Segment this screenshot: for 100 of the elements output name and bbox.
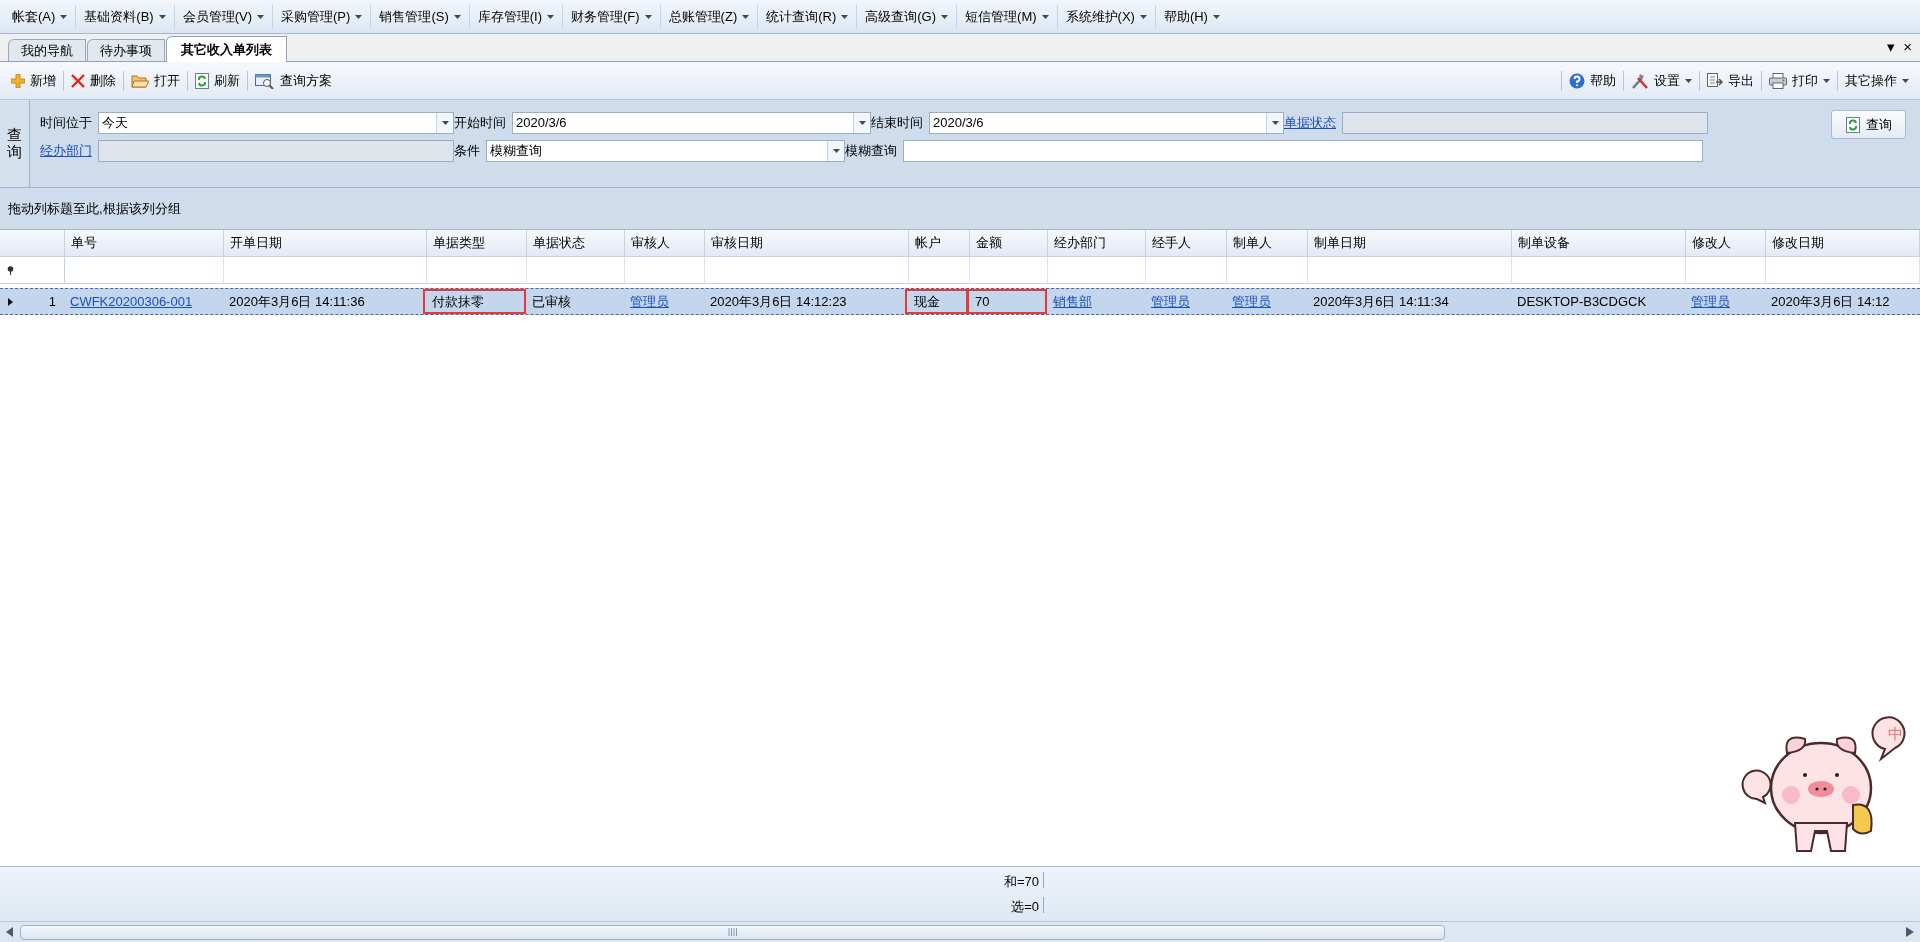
caret-icon <box>742 14 750 19</box>
table-row[interactable]: 1 CWFK20200306-001 2020年3月6日 14:11:36 付款抹零 已审核 管理员 2020年3月6日 14:12:23 现金 70 销售部 管理员 管理员 2020年3月6日 14:11:34 DESKTOP-B3CDGCK 管理员 2020年3月6日 14:12 <box>0 288 1920 315</box>
table-cell-text: 2020年3月6日 14:11:36 <box>229 292 365 311</box>
refresh-icon <box>195 72 209 89</box>
tools-icon <box>1631 72 1649 89</box>
cell-link[interactable]: 管理员 <box>630 291 669 312</box>
column-header[interactable]: 审核人 <box>625 230 705 256</box>
summary-value: 和=70 <box>1002 872 1040 891</box>
caret-icon <box>1685 78 1692 83</box>
toolbar-button[interactable]: 删除 <box>64 66 123 95</box>
caret-icon <box>355 14 363 19</box>
column-header[interactable]: 修改人 <box>1686 230 1766 256</box>
menu-item[interactable]: 短信管理(M) <box>956 4 1057 29</box>
column-header[interactable]: 金额 <box>970 230 1048 256</box>
toolbar-button[interactable]: 帮助 <box>1562 66 1623 95</box>
column-header[interactable]: 开单日期 <box>224 230 427 256</box>
toolbar-button[interactable]: 打开 <box>124 66 187 95</box>
field-label: 模糊查询 <box>845 142 898 161</box>
time-range-dropdown[interactable]: 今天 <box>98 112 454 134</box>
caret-icon <box>832 149 840 153</box>
menu-item[interactable]: 销售管理(S) <box>370 4 469 29</box>
group-by-hint: 拖动列标题至此,根据该列分组 <box>8 199 181 218</box>
field-label: 结束时间 <box>871 114 924 133</box>
query-button[interactable]: 查询 <box>1831 110 1906 139</box>
column-header[interactable]: 单据类型 <box>427 230 527 256</box>
printer-icon <box>1769 72 1787 89</box>
tab[interactable]: 待办事项 <box>87 39 165 61</box>
status-field[interactable] <box>1342 112 1708 134</box>
column-header[interactable]: 单据状态 <box>527 230 625 256</box>
menu-item[interactable]: 统计查询(R) <box>757 4 857 29</box>
toolbar-button[interactable]: 查询方案 <box>248 66 339 95</box>
column-header[interactable]: 单号 <box>65 230 224 256</box>
export-icon <box>1707 72 1723 89</box>
help-icon <box>1569 72 1585 89</box>
horizontal-scrollbar[interactable] <box>0 921 1920 942</box>
field-label: 条件 <box>454 142 481 161</box>
toolbar-button[interactable]: 设置 <box>1624 66 1699 95</box>
start-time-dropdown[interactable]: 2020/3/6 <box>512 112 871 134</box>
caret-icon <box>158 14 166 19</box>
column-header[interactable]: 修改日期 <box>1766 230 1920 256</box>
caret-icon <box>858 121 866 125</box>
table-cell-text: 2020年3月6日 14:11:34 <box>1313 292 1449 311</box>
menu-item[interactable]: 系统维护(X) <box>1056 4 1155 29</box>
cell-link[interactable]: CWFK20200306-001 <box>70 291 193 312</box>
menu-item[interactable]: 总账管理(Z) <box>659 4 758 29</box>
menu-item[interactable]: 帐套(A) <box>4 4 76 29</box>
menu-item[interactable]: 高级查询(G) <box>856 4 957 29</box>
caret-icon <box>1823 78 1830 83</box>
menu-item[interactable]: 库存管理(I) <box>468 4 562 29</box>
caret-icon <box>1212 14 1220 19</box>
field-label-link[interactable]: 单据状态 <box>1284 113 1342 133</box>
end-time-dropdown[interactable]: 2020/3/6 <box>929 112 1284 134</box>
scroll-right-icon[interactable] <box>1906 927 1914 937</box>
tab-list-dropdown[interactable]: ▾ <box>1887 38 1896 56</box>
toolbar-button[interactable]: 新增 <box>4 66 63 95</box>
menu-item[interactable]: 会员管理(V) <box>173 4 273 29</box>
tab[interactable]: 其它收入单列表 <box>166 36 287 62</box>
cell-link[interactable]: 销售部 <box>1053 291 1092 312</box>
delete-icon <box>71 73 85 88</box>
row-number: 1 <box>48 292 56 311</box>
toolbar-button[interactable]: 打印 <box>1762 66 1837 95</box>
table-cell-text: 已审核 <box>532 292 571 311</box>
cell-link[interactable]: 管理员 <box>1691 291 1730 312</box>
toolbar-button[interactable]: 其它操作 <box>1838 66 1916 95</box>
menu-item[interactable]: 帮助(H) <box>1154 4 1228 29</box>
scroll-left-icon[interactable] <box>6 927 14 937</box>
caret-icon <box>1902 78 1909 83</box>
query-panel-title: 查询 <box>0 100 30 187</box>
cell-link[interactable]: 管理员 <box>1232 291 1271 312</box>
column-header[interactable]: 制单人 <box>1227 230 1308 256</box>
summary-value: 选=0 <box>1010 898 1040 916</box>
field-label: 开始时间 <box>454 114 507 133</box>
cell-link[interactable]: 管理员 <box>1151 291 1190 312</box>
column-header[interactable]: 审核日期 <box>705 230 909 256</box>
caret-icon <box>1139 14 1147 19</box>
plus-icon <box>11 73 25 88</box>
toolbar-button[interactable]: 刷新 <box>188 66 247 95</box>
fuzzy-search-field[interactable] <box>903 140 1703 162</box>
speech-bubble-text: 中 <box>1887 725 1903 743</box>
column-header[interactable]: 制单日期 <box>1308 230 1512 256</box>
refresh-icon <box>1845 116 1860 133</box>
column-header[interactable]: 经手人 <box>1146 230 1227 256</box>
department-field[interactable] <box>98 140 454 162</box>
tab[interactable]: 我的导航 <box>8 39 86 61</box>
folder-icon <box>131 73 149 88</box>
condition-dropdown[interactable]: 模糊查询 <box>486 140 845 162</box>
column-header[interactable]: 经办部门 <box>1048 230 1146 256</box>
caret-icon <box>60 14 68 19</box>
field-label-link[interactable]: 经办部门 <box>40 141 98 161</box>
caret-icon <box>941 14 949 19</box>
menu-item[interactable]: 基础资料(B) <box>75 4 174 29</box>
scrollbar-thumb[interactable] <box>20 924 1445 940</box>
menu-item[interactable]: 财务管理(F) <box>562 4 660 29</box>
column-header[interactable]: 制单设备 <box>1512 230 1686 256</box>
column-header[interactable]: 帐户 <box>909 230 970 256</box>
close-tab-button[interactable]: × <box>1903 38 1912 56</box>
caret-icon <box>441 121 449 125</box>
toolbar-button[interactable]: 导出 <box>1700 66 1761 95</box>
filter-pin-icon[interactable] <box>7 265 14 275</box>
menu-item[interactable]: 采购管理(P) <box>272 4 371 29</box>
